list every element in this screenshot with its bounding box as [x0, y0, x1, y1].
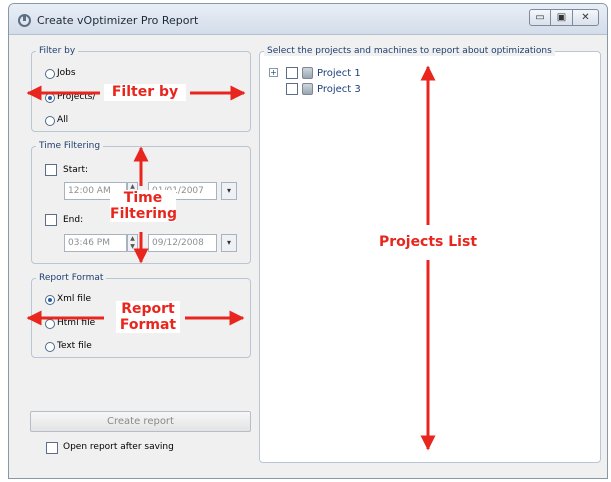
annotation-report-format: Report Format — [116, 301, 180, 333]
project-3-checkbox[interactable] — [286, 83, 298, 95]
project-1-label[interactable]: Project 1 — [317, 68, 361, 79]
end-date-field[interactable]: 09/12/2008 — [148, 234, 217, 252]
filter-projects-label: Projects/ — [57, 92, 96, 102]
project-1-checkbox[interactable] — [286, 67, 298, 79]
format-xml-radio[interactable] — [45, 295, 55, 305]
chevron-down-icon: ▾ — [226, 186, 231, 195]
end-time-field[interactable]: 03:46 PM — [64, 234, 127, 252]
end-date-dropdown[interactable]: ▾ — [221, 234, 237, 252]
close-button[interactable]: ✕ — [573, 9, 599, 26]
project-icon — [302, 83, 313, 95]
title-bar[interactable]: Create vOptimizer Pro Report ▭ ▣ ✕ — [9, 4, 607, 35]
annotation-projects-list: Projects List — [378, 234, 478, 250]
projects-list-panel[interactable]: Select the projects and machines to repo… — [259, 46, 601, 463]
end-label: End: — [63, 215, 84, 225]
start-checkbox[interactable] — [45, 164, 57, 176]
minimize-button[interactable]: ▭ — [529, 9, 551, 26]
project-icon — [302, 67, 313, 79]
format-text-label: Text file — [57, 341, 92, 351]
open-after-saving-label: Open report after saving — [63, 442, 174, 452]
report-format-legend: Report Format — [39, 273, 104, 283]
format-text-radio[interactable] — [45, 342, 55, 352]
end-time-spinner[interactable]: ▲ ▼ — [127, 234, 138, 252]
start-date-dropdown[interactable]: ▾ — [221, 182, 237, 200]
end-checkbox[interactable] — [45, 214, 57, 226]
filter-jobs-radio[interactable] — [45, 69, 55, 79]
time-filtering-legend: Time Filtering — [39, 141, 101, 151]
projects-list-legend: Select the projects and machines to repo… — [264, 46, 555, 56]
annotation-time-filtering: Time Filtering — [110, 190, 178, 222]
report-dialog-window: Create vOptimizer Pro Report ▭ ▣ ✕ Filte… — [8, 3, 608, 479]
window-title: Create vOptimizer Pro Report — [37, 14, 199, 27]
chevron-down-icon: ▾ — [226, 238, 231, 247]
filter-all-label: All — [57, 115, 69, 125]
annotation-filter-by: Filter by — [104, 84, 186, 101]
project-3-label[interactable]: Project 3 — [317, 84, 361, 95]
maximize-button[interactable]: ▣ — [551, 9, 573, 26]
format-html-radio[interactable] — [45, 319, 55, 329]
open-after-saving-checkbox[interactable] — [46, 442, 58, 454]
app-icon — [18, 14, 31, 27]
start-label: Start: — [63, 165, 89, 175]
filter-jobs-label: Jobs — [57, 68, 76, 78]
filter-all-radio[interactable] — [45, 116, 55, 126]
filter-by-legend: Filter by — [39, 46, 76, 56]
create-report-button[interactable]: Create report — [30, 411, 251, 432]
project-1-expander[interactable]: + — [269, 68, 278, 77]
format-html-label: Html file — [57, 318, 96, 328]
filter-projects-radio[interactable] — [45, 93, 55, 103]
format-xml-label: Xml file — [57, 294, 92, 304]
